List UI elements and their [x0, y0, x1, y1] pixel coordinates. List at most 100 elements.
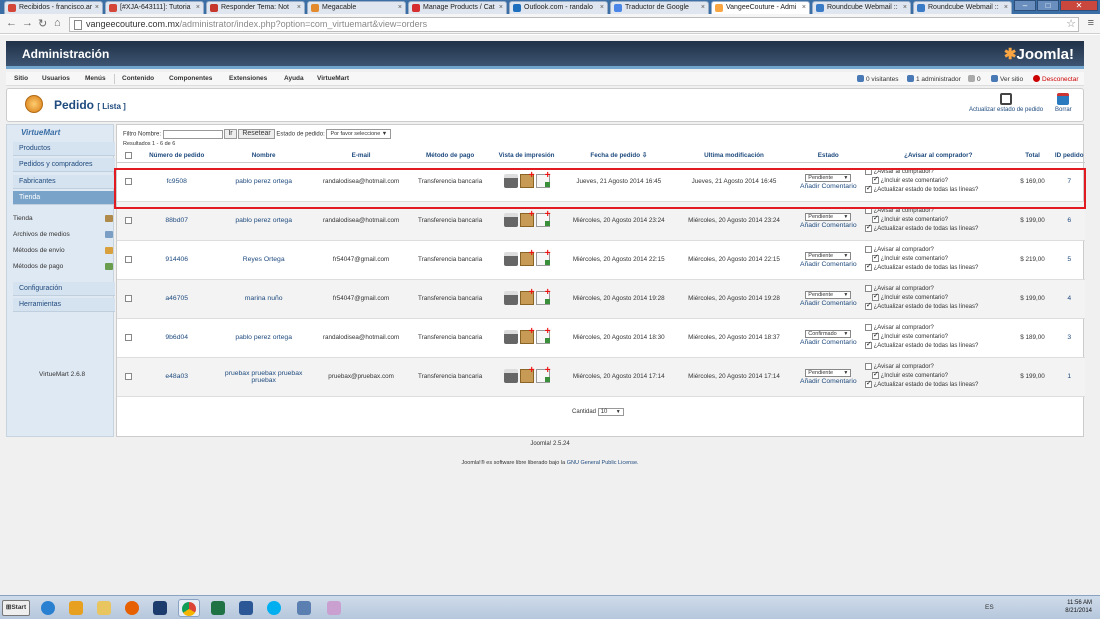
include-comment-checkbox[interactable] — [871, 370, 879, 379]
forward-arrow-icon[interactable]: → — [22, 17, 33, 29]
row-checkbox[interactable] — [125, 372, 133, 380]
sidebar-item-fabricantes[interactable]: Fabricantes — [13, 175, 115, 189]
messages-status[interactable]: 0 — [968, 75, 981, 83]
order-id-link[interactable]: 3 — [1067, 334, 1071, 341]
menu-virtuemart[interactable]: VirtueMart — [317, 75, 349, 82]
tab-close-icon[interactable]: × — [297, 2, 301, 13]
delete-button[interactable]: Borrar — [1055, 93, 1072, 113]
row-checkbox[interactable] — [125, 216, 133, 224]
status-select[interactable]: Confirmado — [805, 329, 852, 338]
browser-tab[interactable]: Recibidos - francisco.ar × — [4, 1, 103, 14]
package-slip-icon[interactable]: + — [519, 365, 535, 383]
package-slip-icon[interactable]: + — [519, 287, 535, 305]
customer-name-link[interactable]: pablo perez ortega — [235, 217, 292, 224]
col-header-modified[interactable]: Ultima modificación — [676, 150, 792, 163]
order-number-link[interactable]: 88bd07 — [165, 217, 188, 224]
notify-checkbox[interactable] — [864, 284, 872, 292]
invoice-icon[interactable]: + — [535, 326, 551, 344]
printer-icon[interactable] — [503, 290, 518, 305]
add-comment-link[interactable]: Añadir Comentario — [792, 222, 865, 229]
status-select[interactable]: Pendiente — [805, 173, 852, 182]
firefox-taskbar-icon[interactable] — [122, 599, 144, 617]
view-site-link[interactable]: Ver sitio — [991, 75, 1023, 83]
col-header-number[interactable]: Número de pedido — [140, 150, 214, 163]
add-comment-link[interactable]: Añadir Comentario — [792, 378, 865, 385]
sidebar-item-tienda[interactable]: Tienda — [13, 191, 115, 205]
browser-tab[interactable]: Megacable × — [307, 1, 406, 14]
status-select[interactable]: Pendiente — [805, 212, 852, 221]
url-input[interactable]: vangeecouture.com.mx/administrator/index… — [69, 17, 1079, 32]
back-arrow-icon[interactable]: ← — [6, 17, 17, 29]
update-status-button[interactable]: Actualizar estado de pedido — [969, 93, 1043, 113]
include-comment-checkbox[interactable] — [871, 292, 879, 301]
printer-icon[interactable] — [503, 173, 518, 188]
include-comment-checkbox[interactable] — [871, 214, 879, 223]
order-number-link[interactable]: e48a03 — [165, 373, 188, 380]
home-icon[interactable]: ⌂ — [54, 17, 61, 29]
browser-tab[interactable]: Outlook.com - randalo × — [509, 1, 608, 14]
minimize-button[interactable]: – — [1014, 0, 1036, 11]
language-indicator[interactable]: ES — [985, 604, 994, 611]
menu-sitio[interactable]: Sitio — [14, 75, 28, 82]
invoice-icon[interactable]: + — [535, 287, 551, 305]
tab-close-icon[interactable]: × — [600, 2, 604, 13]
skype-taskbar-icon[interactable] — [264, 599, 286, 617]
add-comment-link[interactable]: Añadir Comentario — [792, 339, 865, 346]
filter-go-button[interactable]: Ir — [224, 129, 237, 139]
update-lines-checkbox[interactable] — [864, 262, 872, 272]
order-number-link[interactable]: 914406 — [165, 256, 188, 263]
app-taskbar-icon[interactable] — [294, 599, 316, 617]
col-header-id[interactable]: ID pedido — [1053, 150, 1085, 163]
tab-close-icon[interactable]: × — [95, 2, 99, 13]
start-button[interactable]: ⊞Start — [2, 600, 30, 616]
order-id-link[interactable]: 6 — [1067, 217, 1071, 224]
sidebar-sub-tienda[interactable]: Tienda — [13, 215, 113, 222]
add-comment-link[interactable]: Añadir Comentario — [792, 183, 865, 190]
col-header-date[interactable]: Fecha de pedido ⇩ — [561, 150, 677, 163]
notify-checkbox[interactable] — [864, 362, 872, 370]
browser-tab[interactable]: Manage Products / Cat × — [408, 1, 507, 14]
pagination-select[interactable]: 10 — [597, 408, 624, 416]
paint-taskbar-icon[interactable] — [324, 599, 346, 617]
order-id-link[interactable]: 1 — [1067, 373, 1071, 380]
tab-close-icon[interactable]: × — [499, 2, 503, 13]
printer-icon[interactable] — [503, 251, 518, 266]
tab-close-icon[interactable]: × — [196, 2, 200, 13]
notify-checkbox[interactable] — [864, 323, 872, 331]
row-checkbox[interactable] — [125, 333, 133, 341]
menu-extensiones[interactable]: Extensiones — [229, 75, 267, 82]
update-lines-checkbox[interactable] — [864, 340, 872, 350]
browser-menu-icon[interactable]: ≡ — [1088, 17, 1094, 29]
browser-tab[interactable]: Roundcube Webmail :: × — [913, 1, 1012, 14]
sidebar-item-configuracion[interactable]: Configuración — [13, 282, 115, 296]
order-id-link[interactable]: 5 — [1067, 256, 1071, 263]
printer-icon[interactable] — [503, 368, 518, 383]
filter-reset-button[interactable]: Resetear — [238, 129, 275, 139]
tab-close-icon[interactable]: × — [903, 2, 907, 13]
invoice-icon[interactable]: + — [535, 248, 551, 266]
order-id-link[interactable]: 7 — [1067, 178, 1071, 185]
sidebar-sub-payment[interactable]: Métodos de pago — [13, 263, 113, 270]
printer-icon[interactable] — [503, 329, 518, 344]
browser-tab[interactable]: VangeeCouture - Admi × — [711, 1, 810, 14]
logout-link[interactable]: Desconectar — [1033, 75, 1079, 83]
package-slip-icon[interactable]: + — [519, 170, 535, 188]
browser-tab[interactable]: Traductor de Google × — [610, 1, 709, 14]
system-clock[interactable]: 11:56 AM 8/21/2014 — [1065, 599, 1092, 615]
update-lines-checkbox[interactable] — [864, 223, 872, 233]
sidebar-item-pedidos[interactable]: Pedidos y compradores — [13, 158, 115, 172]
status-select[interactable]: Pendiente — [805, 251, 852, 260]
excel-taskbar-icon[interactable] — [208, 599, 230, 617]
select-all-checkbox[interactable] — [125, 152, 133, 160]
add-comment-link[interactable]: Añadir Comentario — [792, 300, 865, 307]
sidebar-item-productos[interactable]: Productos — [13, 142, 115, 156]
outlook-taskbar-icon[interactable] — [66, 599, 88, 617]
col-header-payment[interactable]: Método de pago — [408, 150, 493, 163]
package-slip-icon[interactable]: + — [519, 209, 535, 227]
package-slip-icon[interactable]: + — [519, 326, 535, 344]
notify-checkbox[interactable] — [864, 167, 872, 175]
col-header-email[interactable]: E-mail — [313, 150, 409, 163]
status-filter-select[interactable]: Por favor seleccione ▼ — [326, 129, 392, 139]
tab-close-icon[interactable]: × — [802, 2, 806, 13]
customer-name-link[interactable]: marina nuño — [245, 295, 283, 302]
